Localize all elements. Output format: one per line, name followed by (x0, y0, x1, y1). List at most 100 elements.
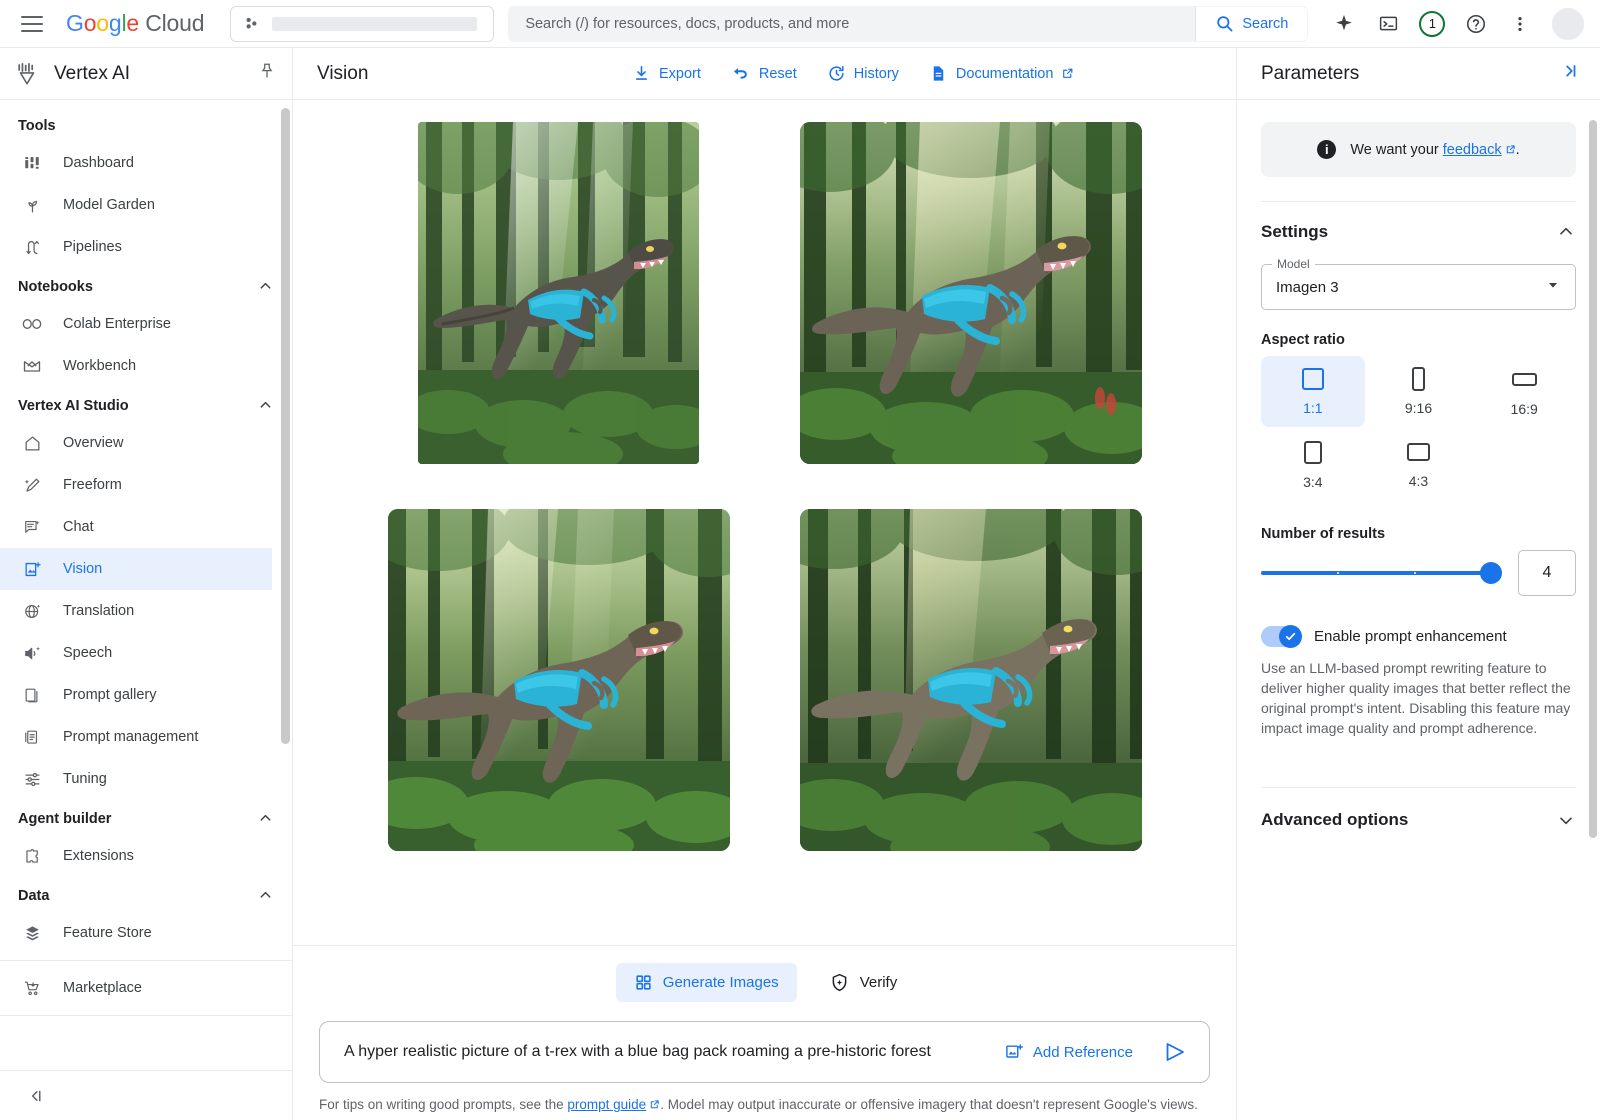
sidebar-item-vision[interactable]: Vision (0, 548, 272, 590)
prompt-input[interactable] (344, 1043, 982, 1061)
hamburger-menu-icon[interactable] (12, 4, 52, 44)
sidebar-item-label: Translation (63, 603, 134, 619)
sidebar-item-label: Model Garden (63, 197, 155, 213)
prompt-box: Add Reference (319, 1021, 1210, 1083)
parameters-title: Parameters (1261, 63, 1359, 85)
sidebar-group-label: Tools (18, 118, 56, 134)
vertex-ai-logo-icon (14, 61, 40, 87)
aspect-ratio-9-16[interactable]: 9:16 (1367, 356, 1471, 427)
slider-tick (1337, 572, 1339, 574)
pin-icon[interactable] (258, 62, 276, 85)
expand-panel-icon[interactable] (1558, 60, 1580, 88)
sidebar-item-label: Extensions (63, 848, 134, 864)
sidebar-item-chat[interactable]: Chat (0, 506, 280, 548)
sidebar-item-prompt-management[interactable]: Prompt management (0, 716, 280, 758)
sidebar-item-tuning[interactable]: Tuning (0, 758, 280, 800)
sidebar-group-notebooks[interactable]: Notebooks (0, 268, 292, 303)
aspect-ratio-1-1[interactable]: 1:1 (1261, 356, 1365, 427)
sidebar-group-data[interactable]: Data (0, 877, 292, 912)
google-cloud-logo[interactable]: Google Cloud (66, 10, 204, 37)
gemini-spark-icon[interactable] (1324, 4, 1364, 44)
history-button[interactable]: History (815, 56, 911, 91)
send-icon (1163, 1040, 1187, 1064)
sidebar-scrollbar[interactable] (281, 108, 290, 744)
export-label: Export (659, 66, 701, 82)
generate-images-button[interactable]: Generate Images (616, 963, 797, 1002)
sidebar-item-translation[interactable]: Translation (0, 590, 280, 632)
generated-image-4[interactable] (800, 509, 1142, 851)
model-legend: Model (1272, 257, 1315, 271)
settings-section-header[interactable]: Settings (1261, 202, 1576, 254)
aspect-ratio-4-3[interactable]: 4:3 (1367, 429, 1471, 500)
info-icon: i (1317, 140, 1336, 159)
undo-arrow-icon (731, 64, 751, 84)
prompt-enhancement-toggle-row: Enable prompt enhancement (1261, 626, 1576, 647)
generated-image-1[interactable] (418, 122, 699, 464)
sidebar-item-colab-enterprise[interactable]: Colab Enterprise (0, 303, 280, 345)
vertex-ai-vision-page: Google Cloud Search (0, 0, 1600, 1120)
number-of-results-slider[interactable] (1261, 562, 1500, 584)
advanced-options-header[interactable]: Advanced options (1261, 788, 1576, 840)
sidebar-item-pipelines[interactable]: Pipelines (0, 226, 280, 268)
add-reference-label: Add Reference (1033, 1044, 1133, 1061)
global-search: Search (508, 6, 1308, 42)
model-garden-icon (21, 194, 43, 216)
external-link-icon (1061, 67, 1074, 80)
reset-button[interactable]: Reset (719, 56, 809, 92)
sidebar-item-extensions[interactable]: Extensions (0, 835, 280, 877)
sidebar-group-vertex-ai-studio[interactable]: Vertex AI Studio (0, 387, 292, 422)
sidebar-group-label: Data (18, 888, 49, 904)
feedback-link[interactable]: feedback (1443, 142, 1502, 158)
slider-thumb[interactable] (1480, 562, 1502, 584)
sidebar-item-freeform[interactable]: Freeform (0, 464, 280, 506)
verify-label: Verify (860, 974, 898, 991)
sidebar-group-agent-builder[interactable]: Agent builder (0, 800, 292, 835)
project-selector[interactable] (230, 6, 494, 42)
sidebar-item-dashboard[interactable]: Dashboard (0, 142, 280, 184)
tips-prefix: For tips on writing good prompts, see th… (319, 1097, 567, 1112)
prompt-enhancement-toggle[interactable] (1261, 626, 1301, 647)
sidebar-item-speech[interactable]: Speech (0, 632, 280, 674)
sidebar-item-model-garden[interactable]: Model Garden (0, 184, 280, 226)
toolbar-actions: Export Reset History (500, 56, 1086, 92)
sidebar-item-workbench[interactable]: Workbench (0, 345, 280, 387)
add-reference-button[interactable]: Add Reference (994, 1034, 1143, 1070)
help-icon[interactable] (1456, 4, 1496, 44)
reset-label: Reset (759, 66, 797, 82)
generated-image-2[interactable] (800, 122, 1142, 464)
model-select[interactable]: Model Imagen 3 (1261, 264, 1576, 310)
parameters-scrollbar[interactable] (1589, 120, 1597, 838)
sidebar-item-overview[interactable]: Overview (0, 422, 280, 464)
more-options-icon[interactable] (1500, 4, 1540, 44)
shield-check-icon (829, 972, 850, 993)
prompt-tips: For tips on writing good prompts, see th… (293, 1083, 1236, 1120)
square-shape-icon (1302, 368, 1324, 390)
account-avatar[interactable] (1552, 8, 1584, 40)
sidebar-item-feature-store[interactable]: Feature Store (0, 912, 280, 954)
cloud-shell-icon[interactable] (1368, 4, 1408, 44)
sidebar-group-label: Vertex AI Studio (18, 398, 129, 414)
search-input[interactable] (509, 7, 1195, 41)
sidebar-item-marketplace[interactable]: Marketplace (0, 967, 280, 1009)
app-body: Vertex AI Tools (0, 48, 1600, 1120)
send-prompt-button[interactable] (1155, 1032, 1195, 1072)
top-app-bar: Google Cloud Search (0, 0, 1600, 48)
portrait-shape-icon (1412, 367, 1425, 391)
translation-globe-icon (21, 600, 43, 622)
sidebar-item-label: Vision (63, 561, 102, 577)
verify-button[interactable]: Verify (813, 962, 914, 1003)
prompt-guide-link[interactable]: prompt guide (567, 1097, 646, 1112)
generated-image-3[interactable] (388, 509, 730, 851)
aspect-ratio-16-9[interactable]: 16:9 (1472, 356, 1576, 427)
aspect-ratio-3-4[interactable]: 3:4 (1261, 429, 1365, 500)
documentation-button[interactable]: Documentation (917, 56, 1087, 91)
export-button[interactable]: Export (620, 56, 713, 91)
sidebar-item-prompt-gallery[interactable]: Prompt gallery (0, 674, 280, 716)
notifications-badge-icon[interactable]: 1 (1412, 4, 1452, 44)
download-icon (632, 64, 651, 83)
number-of-results-input[interactable]: 4 (1518, 550, 1576, 596)
workbench-icon (21, 355, 43, 377)
chevron-up-icon (257, 887, 274, 904)
sidebar-collapse-button[interactable] (0, 1070, 292, 1120)
search-button[interactable]: Search (1195, 7, 1307, 41)
